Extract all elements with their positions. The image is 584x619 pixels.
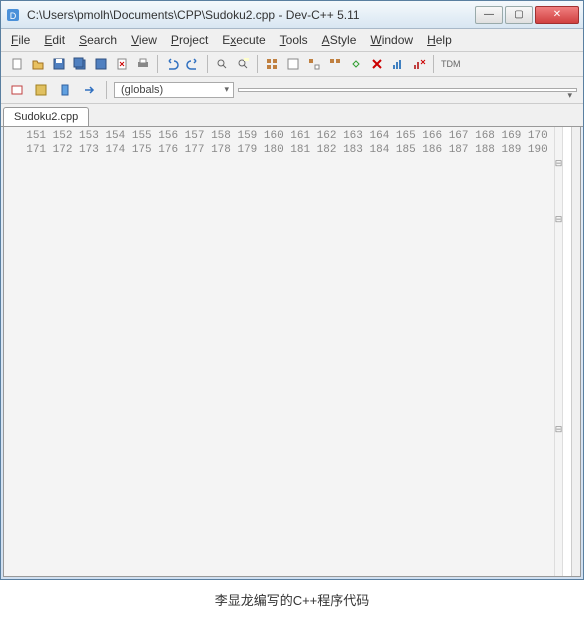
menu-search[interactable]: Search	[79, 33, 117, 47]
fold-gutter[interactable]: ⊟⊟⊟	[555, 127, 564, 576]
rebuild-icon[interactable]	[325, 54, 345, 74]
titlebar: D C:\Users\pmolh\Documents\CPP\Sudoku2.c…	[1, 1, 583, 29]
menu-view[interactable]: View	[131, 33, 157, 47]
toolbar-separator	[433, 55, 434, 73]
editor-tabs: Sudoku2.cpp	[1, 104, 583, 127]
debug-icon[interactable]	[346, 54, 366, 74]
vertical-scrollbar[interactable]	[571, 127, 580, 576]
menu-project[interactable]: Project	[171, 33, 208, 47]
window-title: C:\Users\pmolh\Documents\CPP\Sudoku2.cpp…	[27, 8, 475, 22]
svg-text:D: D	[10, 11, 17, 21]
class-combo[interactable]: (globals)	[114, 82, 234, 98]
tdm-icon[interactable]: TDM	[438, 54, 464, 74]
stop-icon[interactable]	[367, 54, 387, 74]
undo-icon[interactable]	[162, 54, 182, 74]
new-project-icon[interactable]	[7, 80, 27, 100]
toolbar-separator	[157, 55, 158, 73]
nav-toolbar: (globals)	[1, 77, 583, 104]
print-icon[interactable]	[133, 54, 153, 74]
redo-icon[interactable]	[183, 54, 203, 74]
replace-icon[interactable]	[233, 54, 253, 74]
menu-astyle[interactable]: AStyle	[322, 33, 357, 47]
tab-sudoku2[interactable]: Sudoku2.cpp	[3, 107, 89, 126]
delete-profile-icon[interactable]	[409, 54, 429, 74]
menu-tools[interactable]: Tools	[280, 33, 308, 47]
maximize-button[interactable]: ▢	[505, 6, 533, 24]
window-controls: — ▢ ✕	[475, 6, 579, 24]
menu-edit[interactable]: Edit	[44, 33, 65, 47]
save-icon[interactable]	[49, 54, 69, 74]
new-file-icon[interactable]	[7, 54, 27, 74]
main-toolbar: TDM	[1, 52, 583, 77]
menu-help[interactable]: Help	[427, 33, 452, 47]
menubar: File Edit Search View Project Execute To…	[1, 29, 583, 52]
compile-icon[interactable]	[262, 54, 282, 74]
compile-run-icon[interactable]	[304, 54, 324, 74]
profile-icon[interactable]	[388, 54, 408, 74]
app-icon: D	[5, 7, 21, 23]
bookmark-icon[interactable]	[55, 80, 75, 100]
save-all-icon[interactable]	[70, 54, 90, 74]
code-editor[interactable]: 151 152 153 154 155 156 157 158 159 160 …	[3, 127, 581, 577]
menu-file[interactable]: File	[11, 33, 30, 47]
goto-icon[interactable]	[79, 80, 99, 100]
toolbar-separator	[106, 81, 107, 99]
toolbar-separator	[257, 55, 258, 73]
image-caption: 李显龙编写的C++程序代码	[0, 580, 584, 619]
toolbar-separator	[207, 55, 208, 73]
run-icon[interactable]	[283, 54, 303, 74]
menu-window[interactable]: Window	[370, 33, 413, 47]
close-button[interactable]: ✕	[535, 6, 579, 24]
insert-icon[interactable]	[31, 80, 51, 100]
minimize-button[interactable]: —	[475, 6, 503, 24]
line-gutter: 151 152 153 154 155 156 157 158 159 160 …	[4, 127, 555, 576]
app-window: D C:\Users\pmolh\Documents\CPP\Sudoku2.c…	[0, 0, 584, 580]
close-file-icon[interactable]	[112, 54, 132, 74]
open-icon[interactable]	[28, 54, 48, 74]
menu-execute[interactable]: Execute	[222, 33, 265, 47]
code-area[interactable]: void Place(int S) { LevelCount[S]++; Cou…	[563, 127, 571, 576]
member-combo[interactable]	[238, 88, 577, 92]
find-icon[interactable]	[212, 54, 232, 74]
save-as-icon[interactable]	[91, 54, 111, 74]
